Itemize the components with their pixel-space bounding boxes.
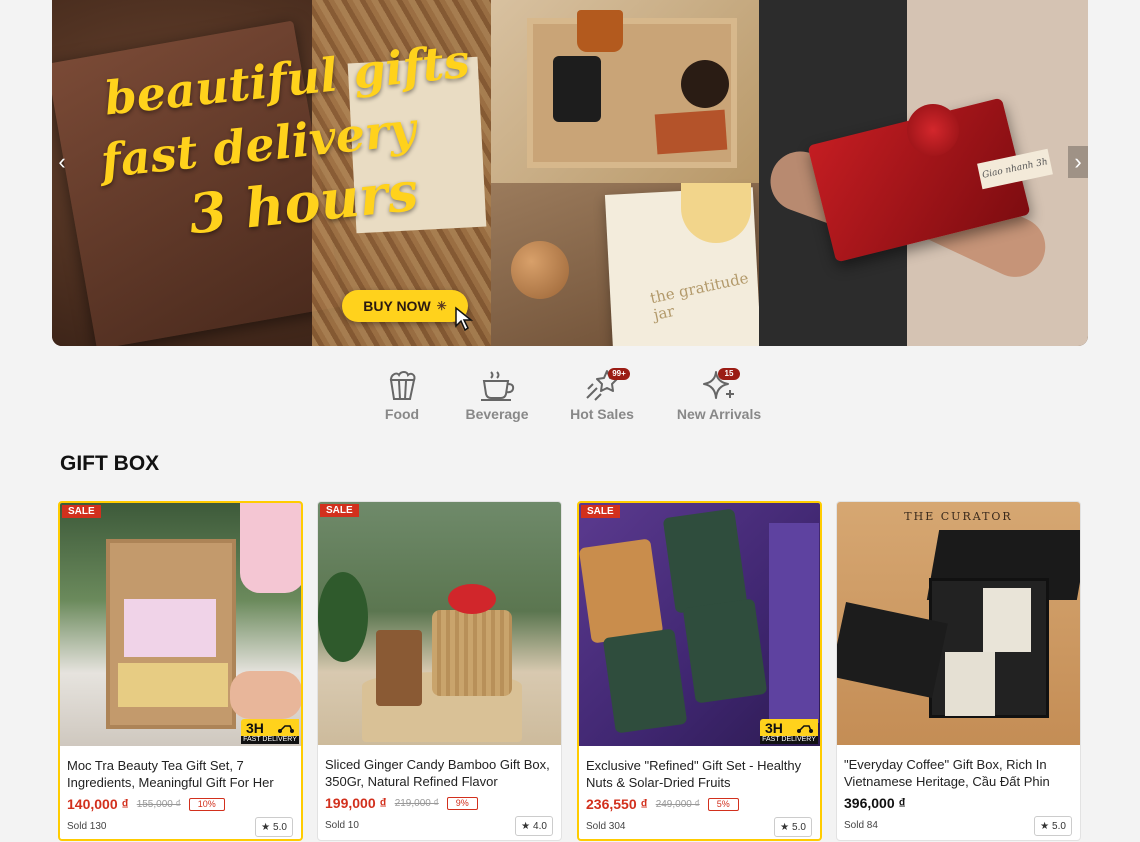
banner-panel-gift-box: beautiful gifts fast delivery 3 hours BU… bbox=[52, 0, 492, 346]
product-name[interactable]: Exclusive "Refined" Gift Set - Healthy N… bbox=[586, 757, 818, 791]
buy-now-label: BUY NOW bbox=[363, 298, 431, 314]
sale-badge: SALE bbox=[62, 505, 101, 518]
discount-badge: 9% bbox=[446, 796, 478, 810]
price-row: 140,000 ₫ 155,000 ₫ 10% bbox=[67, 796, 225, 812]
banner-panel-coffee-set bbox=[491, 0, 759, 183]
star-icon: ★ bbox=[1040, 820, 1050, 832]
coffee-cup-icon bbox=[481, 371, 515, 401]
product-image[interactable] bbox=[318, 502, 561, 745]
banner-plate-image bbox=[681, 60, 729, 108]
fast-delivery-big: 3H bbox=[765, 720, 783, 736]
banner-mug-image bbox=[553, 56, 601, 122]
category-new-arrivals[interactable]: 15 New Arrivals bbox=[674, 368, 764, 422]
sale-badge: SALE bbox=[320, 504, 359, 517]
banner-panel-gratitude-jar: the gratitude jar bbox=[491, 183, 762, 346]
price-row: 396,000 ₫ bbox=[844, 795, 906, 811]
product-card[interactable]: SALE Sliced Ginger Candy Bamboo Gift Box… bbox=[317, 501, 562, 841]
fast-delivery-small: FAST DELIVERY bbox=[241, 736, 299, 744]
rating-value: 5.0 bbox=[273, 821, 287, 833]
product-old-price: 249,000 ₫ bbox=[655, 798, 700, 810]
rating-badge: ★ 5.0 bbox=[1034, 816, 1072, 836]
product-card[interactable]: SALE 3H FAST DELIVERY Exclusive "Refined… bbox=[577, 501, 822, 841]
banner-cork-image bbox=[511, 241, 569, 299]
product-sold: Sold 304 bbox=[586, 821, 626, 832]
fast-delivery-big: 3H bbox=[246, 720, 264, 736]
star-icon: ★ bbox=[780, 821, 790, 833]
fast-delivery-badge: 3H FAST DELIVERY bbox=[241, 719, 299, 744]
product-price: 236,550 ₫ bbox=[586, 796, 648, 812]
fast-delivery-badge: 3H FAST DELIVERY bbox=[760, 719, 818, 744]
category-label: Beverage bbox=[465, 406, 529, 422]
rating-value: 5.0 bbox=[1052, 820, 1066, 832]
product-card[interactable]: THE CURATOR "Everyday Coffee" Gift Box, … bbox=[836, 501, 1081, 841]
product-image[interactable] bbox=[60, 503, 301, 746]
product-brand: THE CURATOR bbox=[904, 510, 1013, 523]
rating-badge: ★ 5.0 bbox=[255, 817, 293, 837]
new-arrivals-badge: 15 bbox=[718, 368, 740, 380]
category-bar: Food Beverage 99+ Hot Sales 15 New Arriv… bbox=[0, 368, 1140, 432]
product-old-price: 219,000 ₫ bbox=[394, 797, 439, 809]
banner-panel-handover: Giao nhanh 3h bbox=[759, 0, 1088, 346]
star-icon: ★ bbox=[521, 820, 531, 832]
category-beverage[interactable]: Beverage bbox=[462, 368, 532, 422]
popcorn-icon bbox=[389, 371, 416, 400]
category-label: New Arrivals bbox=[676, 406, 762, 422]
banner-gift-knot-image bbox=[907, 104, 959, 156]
product-image[interactable]: THE CURATOR bbox=[837, 502, 1080, 745]
product-price: 396,000 ₫ bbox=[844, 795, 906, 811]
discount-badge: 5% bbox=[707, 797, 739, 811]
product-old-price: 155,000 ₫ bbox=[136, 798, 181, 810]
rating-badge: ★ 5.0 bbox=[774, 817, 812, 837]
discount-badge: 10% bbox=[188, 797, 225, 811]
rating-value: 4.0 bbox=[533, 820, 547, 832]
product-image[interactable] bbox=[579, 503, 820, 746]
price-row: 236,550 ₫ 249,000 ₫ 5% bbox=[586, 796, 739, 812]
buy-now-button[interactable]: BUY NOW ✳ bbox=[342, 290, 468, 322]
banner-next-arrow-icon[interactable]: › bbox=[1068, 146, 1088, 178]
product-sold: Sold 84 bbox=[844, 820, 878, 831]
category-hot-sales[interactable]: 99+ Hot Sales bbox=[566, 368, 638, 422]
product-price: 199,000 ₫ bbox=[325, 795, 387, 811]
sale-badge: SALE bbox=[581, 505, 620, 518]
hero-banner[interactable]: beautiful gifts fast delivery 3 hours BU… bbox=[52, 0, 1088, 346]
star-icon: ★ bbox=[261, 821, 271, 833]
product-card[interactable]: SALE 3H FAST DELIVERY Moc Tra Beauty Tea… bbox=[58, 501, 303, 841]
scooter-icon bbox=[797, 725, 813, 733]
product-price: 140,000 ₫ bbox=[67, 796, 129, 812]
category-label: Hot Sales bbox=[570, 406, 634, 422]
banner-phin-image bbox=[577, 10, 623, 52]
product-sold: Sold 10 bbox=[325, 820, 359, 831]
banner-chocolate-image bbox=[654, 109, 728, 155]
price-row: 199,000 ₫ 219,000 ₫ 9% bbox=[325, 795, 478, 811]
cursor-icon bbox=[455, 306, 474, 332]
product-name[interactable]: Moc Tra Beauty Tea Gift Set, 7 Ingredien… bbox=[67, 757, 299, 791]
section-title: GIFT BOX bbox=[60, 452, 160, 475]
scooter-icon bbox=[278, 725, 294, 733]
sparkle-icon: ✳ bbox=[436, 299, 447, 313]
fast-delivery-small: FAST DELIVERY bbox=[760, 736, 818, 744]
banner-prev-arrow-icon[interactable]: ‹ bbox=[52, 146, 72, 178]
rating-value: 5.0 bbox=[792, 821, 806, 833]
product-sold: Sold 130 bbox=[67, 821, 107, 832]
rating-badge: ★ 4.0 bbox=[515, 816, 553, 836]
hot-sales-badge: 99+ bbox=[608, 368, 630, 380]
product-name[interactable]: Sliced Ginger Candy Bamboo Gift Box, 350… bbox=[325, 756, 557, 790]
category-food[interactable]: Food bbox=[382, 368, 422, 422]
category-label: Food bbox=[384, 406, 420, 422]
product-name[interactable]: "Everyday Coffee" Gift Box, Rich In Viet… bbox=[844, 756, 1076, 790]
